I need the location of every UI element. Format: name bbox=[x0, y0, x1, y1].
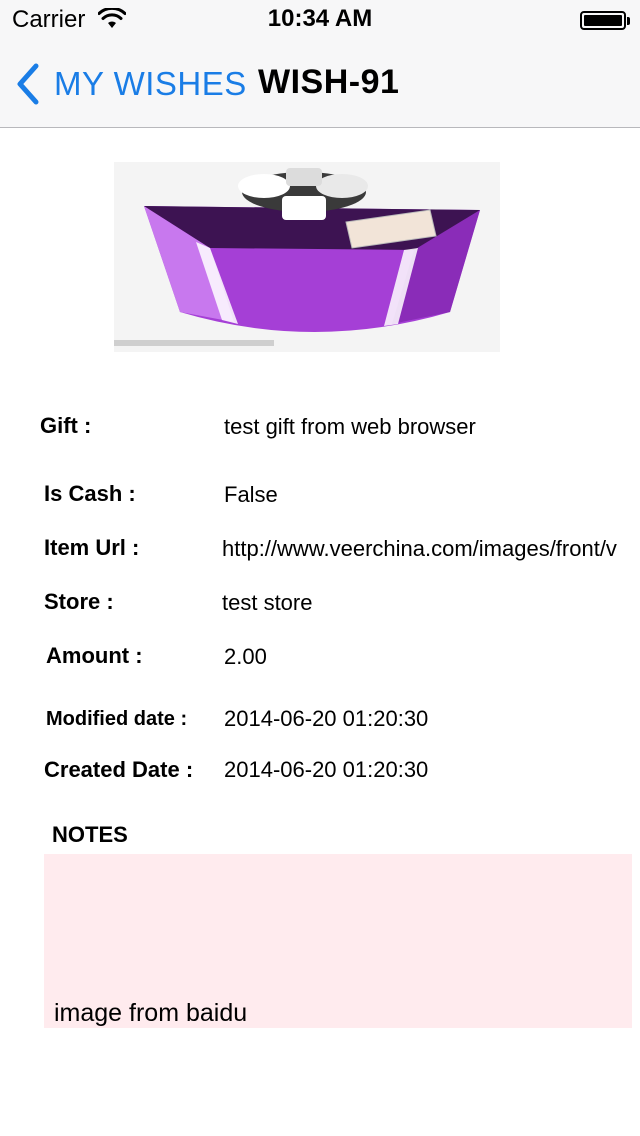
modified-date-label: Modified date : bbox=[46, 708, 188, 730]
item-url-value[interactable]: http://www.veerchina.com/images/front/v bbox=[222, 536, 617, 562]
is-cash-label: Is Cash : bbox=[44, 481, 136, 506]
gift-value: test gift from web browser bbox=[224, 414, 476, 439]
notes-box[interactable]: image from baidu bbox=[44, 854, 632, 1028]
created-date-label: Created Date : bbox=[44, 757, 194, 782]
status-bar: Carrier 10:34 AM bbox=[0, 0, 640, 40]
notes-heading: NOTES bbox=[52, 822, 128, 847]
clock: 10:34 AM bbox=[267, 5, 373, 32]
notes-text: image from baidu bbox=[54, 999, 248, 1027]
page-title: WISH-91 bbox=[258, 63, 400, 101]
battery-icon bbox=[580, 11, 630, 30]
is-cash-value: False bbox=[224, 482, 278, 507]
amount-label: Amount : bbox=[46, 643, 143, 668]
item-url-label: Item Url : bbox=[44, 535, 140, 560]
modified-date-value: 2014-06-20 01:20:30 bbox=[224, 706, 429, 731]
store-value: test store bbox=[222, 590, 313, 615]
gift-label: Gift : bbox=[40, 413, 92, 438]
back-button-label: MY WISHES bbox=[54, 65, 247, 102]
gift-image bbox=[114, 162, 500, 352]
amount-value: 2.00 bbox=[224, 644, 267, 669]
created-date-value: 2014-06-20 01:20:30 bbox=[224, 757, 429, 782]
chevron-left-icon bbox=[17, 63, 39, 105]
navigation-bar: MY WISHES WISH-91 bbox=[0, 40, 640, 128]
top-bar: Carrier 10:34 AM MY WISHES WISH-91 bbox=[0, 0, 640, 128]
back-button[interactable]: MY WISHES bbox=[14, 62, 247, 106]
store-label: Store : bbox=[44, 589, 114, 614]
